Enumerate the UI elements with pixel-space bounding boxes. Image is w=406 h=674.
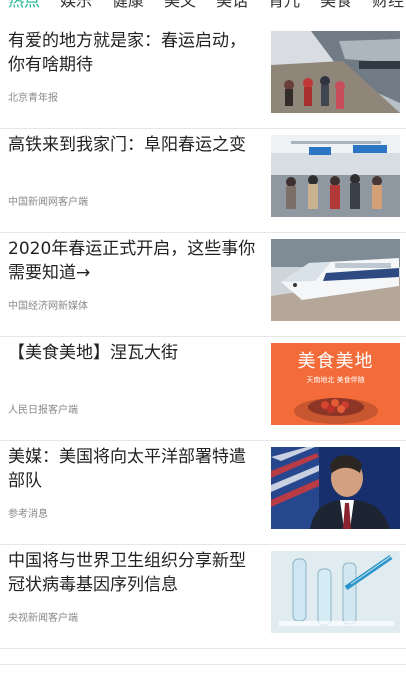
high-speed-train-photo	[271, 239, 400, 321]
news-source: 北京青年报	[8, 93, 58, 104]
news-source: 中国经济网新媒体	[8, 301, 88, 312]
news-source: 央视新闻客户端	[8, 613, 78, 624]
station-hall-photo	[271, 135, 400, 217]
official-portrait-thumbnail[interactable]	[271, 447, 400, 529]
tab-articles[interactable]: 美文	[164, 0, 196, 12]
news-list-item[interactable]: 【美食美地】涅瓦大街 人民日报客户端 美食美地 天南地北 美食伴随	[0, 337, 406, 441]
news-title[interactable]: 中国将与世界卫生组织分享新型冠状病毒基因序列信息	[8, 549, 260, 597]
tab-talk[interactable]: 美话	[216, 0, 248, 12]
news-source: 参考消息	[8, 509, 48, 520]
tab-finance[interactable]: 财经	[372, 0, 404, 12]
category-tabs: 热点 娱乐 健康 美文 美话 育儿 美食 财经	[0, 0, 406, 12]
railway-platform-thumbnail[interactable]	[271, 31, 400, 113]
news-feed: 有爱的地方就是家：春运启动，你有啥期待 北京青年报 高铁来到我家门：阜阳春运之变…	[0, 25, 406, 649]
food-thumbnail[interactable]: 美食美地 天南地北 美食伴随	[271, 343, 400, 425]
news-title[interactable]: 高铁来到我家门：阜阳春运之变	[8, 133, 260, 157]
official-portrait-photo	[271, 447, 400, 529]
news-list-item[interactable]: 中国将与世界卫生组织分享新型冠状病毒基因序列信息 央视新闻客户端	[0, 545, 406, 649]
tab-entertainment[interactable]: 娱乐	[60, 0, 92, 12]
news-title[interactable]: 【美食美地】涅瓦大街	[8, 341, 260, 365]
tab-hot[interactable]: 热点	[8, 0, 40, 12]
high-speed-train-thumbnail[interactable]	[271, 239, 400, 321]
news-title[interactable]: 有爱的地方就是家：春运启动，你有啥期待	[8, 29, 260, 77]
station-hall-thumbnail[interactable]	[271, 135, 400, 217]
news-list-item[interactable]: 美媒：美国将向太平洋部署特遣部队 参考消息	[0, 441, 406, 545]
news-title[interactable]: 2020年春运正式开启，这些事你需要知道→	[8, 237, 260, 285]
railway-platform-photo	[271, 31, 400, 113]
news-list-item[interactable]: 有爱的地方就是家：春运启动，你有啥期待 北京青年报	[0, 25, 406, 129]
news-source: 中国新闻网客户端	[8, 197, 88, 208]
laboratory-photo	[271, 551, 400, 633]
news-title[interactable]: 美媒：美国将向太平洋部署特遣部队	[8, 445, 260, 493]
news-source: 人民日报客户端	[8, 405, 78, 416]
laboratory-thumbnail[interactable]	[271, 551, 400, 633]
news-list-item[interactable]: 高铁来到我家门：阜阳春运之变 中国新闻网客户端	[0, 129, 406, 233]
food-thumbnail-subtitle: 天南地北 美食伴随	[306, 376, 365, 384]
food-thumbnail-title: 美食美地	[297, 351, 374, 372]
bottom-navigation-edge	[0, 664, 406, 674]
tab-food[interactable]: 美食	[320, 0, 352, 12]
tab-parenting[interactable]: 育儿	[268, 0, 300, 12]
news-list-item[interactable]: 2020年春运正式开启，这些事你需要知道→ 中国经济网新媒体	[0, 233, 406, 337]
tab-health[interactable]: 健康	[112, 0, 144, 12]
